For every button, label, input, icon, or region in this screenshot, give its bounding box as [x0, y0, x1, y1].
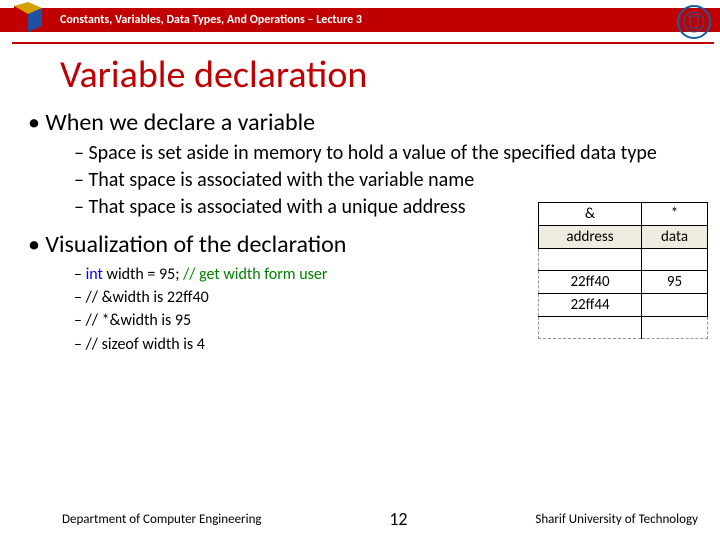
cell-addr: 22ff44	[539, 294, 642, 317]
th-data: data	[642, 226, 708, 249]
cell-data	[642, 294, 708, 317]
cell-addr: 22ff40	[539, 271, 642, 294]
cell-empty	[539, 249, 642, 271]
page-number: 12	[389, 508, 407, 530]
breadcrumb-bar: Constants, Variables, Data Types, And Op…	[0, 8, 720, 32]
slide-title: Variable declaration	[60, 52, 720, 98]
cell-data: 95	[642, 271, 708, 294]
cell-empty	[642, 249, 708, 271]
bullet-visualization: Visualization of the declaration int wid…	[28, 230, 538, 356]
puzzle-logo-icon	[6, 2, 50, 40]
sub-bullet: Space is set aside in memory to hold a v…	[74, 141, 720, 166]
header-underline	[12, 42, 714, 44]
footer-right: Sharif University of Technology	[535, 512, 698, 527]
cell-empty	[539, 317, 642, 339]
code-line: int width = 95; // get width form user	[74, 263, 538, 286]
sub-bullet: That space is associated with the variab…	[74, 168, 720, 193]
slide-header: Constants, Variables, Data Types, And Op…	[0, 0, 720, 48]
th-address: address	[539, 226, 642, 249]
th-star: *	[642, 203, 708, 226]
code-line: // &width is 22ff40	[74, 286, 538, 309]
slide-footer: Department of Computer Engineering 12 Sh…	[0, 508, 720, 530]
memory-table: &* addressdata 22ff4095 22ff44	[538, 202, 708, 339]
main-bullets-2: Visualization of the declaration int wid…	[0, 230, 538, 356]
university-seal-icon	[676, 4, 712, 40]
footer-left: Department of Computer Engineering	[62, 512, 262, 527]
th-amp: &	[539, 203, 642, 226]
breadcrumb: Constants, Variables, Data Types, And Op…	[60, 13, 362, 27]
code-line: // *&width is 95	[74, 309, 538, 332]
code-line: // sizeof width is 4	[74, 333, 538, 356]
cell-empty	[642, 317, 708, 339]
